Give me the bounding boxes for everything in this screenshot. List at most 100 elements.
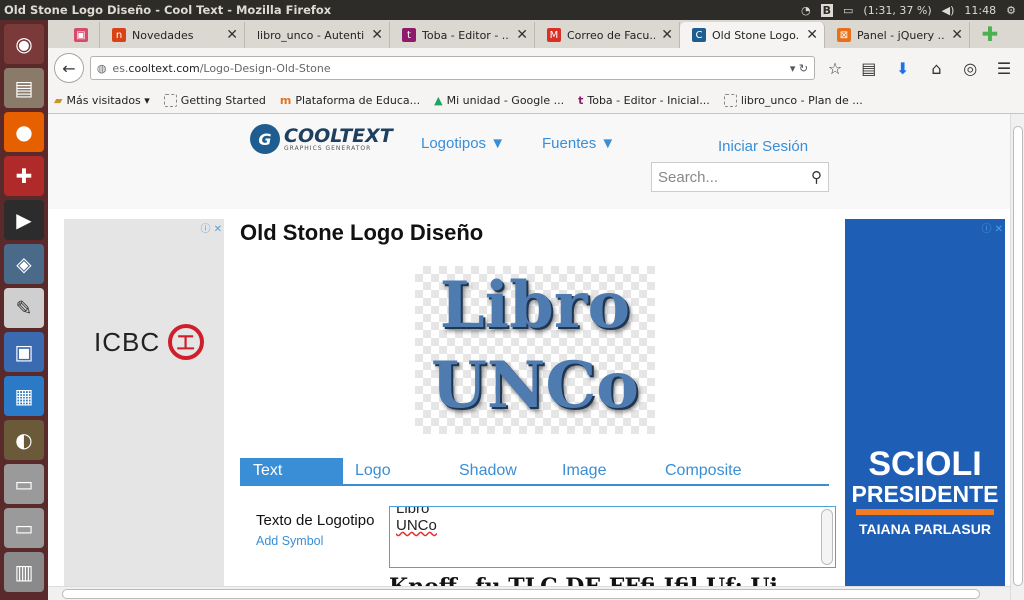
- close-icon[interactable]: ✕: [806, 27, 818, 43]
- ad-line-1: SCIOLI: [868, 445, 982, 483]
- close-icon[interactable]: ✕: [661, 27, 673, 43]
- bookmark-mi-unidad[interactable]: ▲ Mi unidad - Google ...: [434, 94, 564, 107]
- battery-status[interactable]: (1:31, 37 %): [863, 4, 931, 17]
- tab-correo[interactable]: M Correo de Facu... ✕: [535, 22, 680, 48]
- ad-info-icon[interactable]: ⓘ ✕: [200, 220, 222, 235]
- icbc-ad: ICBC 工: [94, 324, 205, 360]
- keyboard-indicator[interactable]: B: [820, 3, 834, 17]
- tab-text[interactable]: Text: [240, 458, 343, 484]
- addon-icon[interactable]: ◎: [956, 54, 984, 82]
- search-icon[interactable]: ⚲: [811, 168, 822, 186]
- tab-image[interactable]: Image: [562, 458, 665, 484]
- files-icon[interactable]: ▤: [4, 68, 44, 108]
- writer-icon[interactable]: ▦: [4, 376, 44, 416]
- menu-fuentes[interactable]: Fuentes ▼: [542, 135, 615, 152]
- browser-window: ▣ n Novedades ✕ libro_unco - Autenti... …: [48, 20, 1024, 600]
- menu-icon[interactable]: ☰: [990, 54, 1018, 82]
- logo-preview: Libro UNCo: [415, 266, 655, 434]
- close-icon[interactable]: ✕: [226, 27, 238, 43]
- cooltext-logo[interactable]: G COOLTEXT GRAPHICS GENERATOR: [250, 124, 393, 154]
- google-drive-icon: ▲: [434, 94, 443, 107]
- page-title: Old Stone Logo Diseño: [240, 220, 484, 245]
- bookmark-libro-unco[interactable]: libro_unco - Plan de ...: [723, 94, 863, 107]
- preview-line-1: Libro: [439, 268, 631, 343]
- tab-novedades[interactable]: n Novedades ✕: [100, 22, 245, 48]
- trash-icon[interactable]: ▥: [4, 552, 44, 592]
- power-icon[interactable]: ⚙: [1006, 4, 1016, 17]
- tab-pinned[interactable]: ▣: [64, 22, 100, 48]
- horizontal-scrollbar[interactable]: [48, 586, 1010, 600]
- new-tab-icon[interactable]: ✚: [978, 22, 1002, 46]
- toba-icon: t: [578, 94, 584, 107]
- back-button[interactable]: ←: [54, 53, 84, 83]
- tab-libro-unco[interactable]: libro_unco - Autenti... ✕: [245, 22, 390, 48]
- bookmark-getting-started[interactable]: Getting Started: [163, 94, 266, 107]
- site-header: G COOLTEXT GRAPHICS GENERATOR Logotipos …: [48, 114, 1024, 209]
- firefox-icon[interactable]: ●: [4, 112, 44, 152]
- ad-line-3: TAIANA PARLASUR: [859, 521, 991, 537]
- wifi-icon[interactable]: ◔: [801, 4, 811, 17]
- tab-toba[interactable]: t Toba - Editor - ... ✕: [390, 22, 535, 48]
- page-icon: [163, 94, 177, 107]
- virtualbox-icon[interactable]: ▣: [4, 332, 44, 372]
- bookmark-mas-visitados[interactable]: ▰ Más visitados ▾: [54, 94, 150, 107]
- ad-left[interactable]: ⓘ ✕ ICBC 工: [64, 219, 224, 600]
- text-editor-icon[interactable]: ✎: [4, 288, 44, 328]
- tab-label: Novedades: [132, 28, 194, 42]
- login-link[interactable]: Iniciar Sesión: [718, 138, 808, 155]
- preview-line-2: UNCo: [431, 348, 639, 423]
- url-text: es.cooltext.com/Logo-Design-Old-Stone: [112, 61, 331, 75]
- scroll-thumb[interactable]: [1013, 126, 1023, 586]
- ad-right[interactable]: ⓘ ✕ SCIOLI PRESIDENTE TAIANA PARLASUR: [845, 219, 1005, 600]
- bookmark-star-icon[interactable]: ☆: [821, 54, 849, 82]
- tab-logo[interactable]: Logo: [355, 458, 459, 484]
- tab-composite[interactable]: Composite: [665, 458, 741, 484]
- home-icon[interactable]: ⌂: [923, 54, 951, 82]
- settings-icon[interactable]: ✚: [4, 156, 44, 196]
- volume-icon[interactable]: ◀): [942, 4, 955, 17]
- cooltext-icon: C: [692, 28, 706, 42]
- page-icon: [723, 94, 737, 107]
- tab-old-stone[interactable]: C Old Stone Logo... ✕: [680, 22, 825, 48]
- pinned-tab-icon: ▣: [74, 28, 88, 42]
- url-bar[interactable]: ◍ es.cooltext.com/Logo-Design-Old-Stone …: [89, 56, 816, 80]
- text-line-2: UNCo: [396, 517, 437, 534]
- pgadmin-icon[interactable]: ◈: [4, 244, 44, 284]
- download-icon[interactable]: ⬇: [889, 54, 917, 82]
- drive-icon-2[interactable]: ▭: [4, 508, 44, 548]
- nav-bar: ← ◍ es.cooltext.com/Logo-Design-Old-Ston…: [48, 48, 1024, 88]
- icbc-logo: 工: [168, 324, 205, 360]
- menu-logotipos[interactable]: Logotipos ▼: [421, 135, 505, 152]
- close-icon[interactable]: ✕: [371, 27, 383, 43]
- add-symbol-link[interactable]: Add Symbol: [256, 534, 323, 548]
- tab-label: Panel - jQuery ...: [857, 28, 946, 42]
- terminal-icon[interactable]: ▶: [4, 200, 44, 240]
- logo-text-field[interactable]: Libro UNCo: [389, 506, 836, 568]
- ad-info-icon[interactable]: ⓘ ✕: [981, 220, 1003, 235]
- close-icon[interactable]: ✕: [516, 27, 528, 43]
- tab-icon: n: [112, 28, 126, 42]
- close-icon[interactable]: ✕: [951, 27, 963, 43]
- textarea-scrollbar[interactable]: [821, 509, 833, 565]
- search-input[interactable]: Search... ⚲: [651, 162, 829, 192]
- scroll-thumb[interactable]: [62, 589, 980, 599]
- reading-list-icon[interactable]: ▤: [855, 54, 883, 82]
- ubuntu-icon[interactable]: ◉: [4, 24, 44, 64]
- top-panel: Old Stone Logo Diseño - Cool Text - Mozi…: [0, 0, 1024, 20]
- tab-strip: ▣ n Novedades ✕ libro_unco - Autenti... …: [48, 20, 1024, 48]
- gimp-icon[interactable]: ◐: [4, 420, 44, 460]
- page-content: G COOLTEXT GRAPHICS GENERATOR Logotipos …: [48, 114, 1024, 600]
- scioli-ad: SCIOLI PRESIDENTE TAIANA PARLASUR: [845, 447, 1005, 537]
- clock[interactable]: 11:48: [964, 4, 996, 17]
- moodle-icon: m: [279, 94, 292, 107]
- tab-panel-jquery[interactable]: ⊠ Panel - jQuery ... ✕: [825, 22, 970, 48]
- system-indicators: ◔ B ▭ (1:31, 37 %) ◀) 11:48 ⚙: [801, 3, 1024, 17]
- bookmark-plataforma[interactable]: m Plataforma de Educa...: [280, 94, 420, 107]
- vertical-scrollbar[interactable]: [1010, 114, 1024, 600]
- bookmark-toba[interactable]: t Toba - Editor - Inicial...: [578, 94, 710, 107]
- tab-label: Toba - Editor - ...: [422, 28, 511, 42]
- tab-shadow[interactable]: Shadow: [459, 458, 562, 484]
- battery-icon[interactable]: ▭: [843, 4, 853, 17]
- drive-icon[interactable]: ▭: [4, 464, 44, 504]
- reload-icon[interactable]: ▾ ↻: [790, 62, 808, 75]
